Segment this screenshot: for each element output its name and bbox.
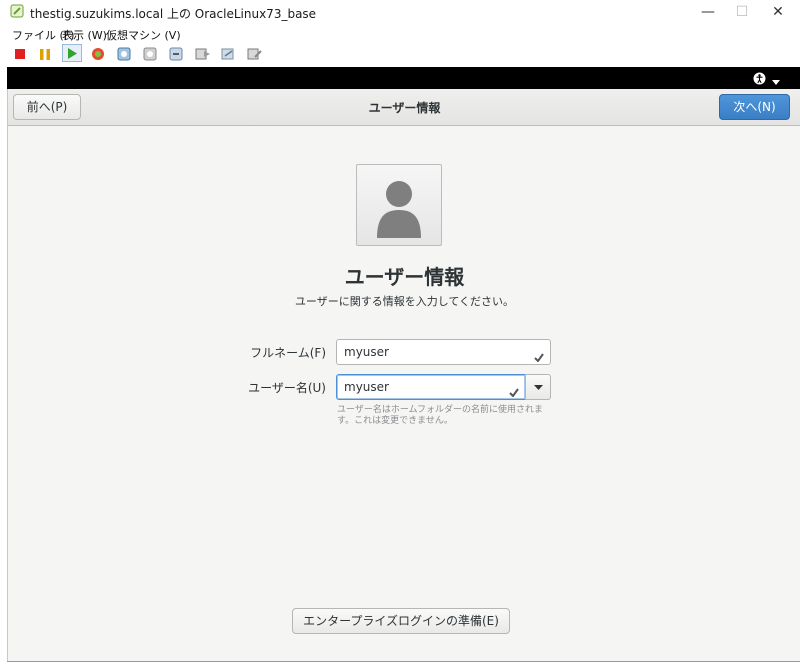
stop-icon[interactable] bbox=[10, 45, 30, 63]
menu-vm[interactable]: 仮想マシン (V) bbox=[106, 27, 181, 43]
close-button[interactable]: ✕ bbox=[760, 0, 796, 24]
window-title: thestig.suzukims.local 上の OracleLinux73_… bbox=[30, 7, 317, 21]
user-avatar-icon bbox=[377, 181, 421, 238]
vm-bottom-edge bbox=[7, 661, 800, 672]
snapshot-icon[interactable] bbox=[114, 45, 134, 63]
checkmark-icon bbox=[509, 381, 519, 405]
page-subtitle: ユーザーに関する情報を入力してください。 bbox=[294, 295, 515, 308]
checkmark-icon bbox=[534, 346, 544, 370]
console-icon[interactable] bbox=[192, 45, 212, 63]
setup-headerbar: 前へ(P) ユーザー情報 次へ(N) bbox=[8, 89, 800, 126]
next-button[interactable]: 次へ(N) bbox=[719, 94, 790, 120]
usb-icon[interactable] bbox=[218, 45, 238, 63]
pause-icon[interactable] bbox=[35, 45, 55, 63]
revert-icon[interactable] bbox=[166, 45, 186, 63]
vmware-app-icon bbox=[10, 4, 24, 18]
username-dropdown-button[interactable] bbox=[525, 374, 551, 400]
username-label: ユーザー名(U) bbox=[248, 381, 326, 395]
play-icon[interactable] bbox=[62, 44, 82, 62]
menubar: ファイル (F) 表示 (W) 仮想マシン (V) bbox=[0, 24, 800, 42]
settings-icon[interactable] bbox=[244, 45, 264, 63]
vm-toolbar bbox=[0, 42, 800, 66]
username-combo-entry[interactable]: myuser bbox=[336, 374, 526, 400]
menu-view[interactable]: 表示 (W) bbox=[62, 27, 107, 43]
avatar-button[interactable] bbox=[356, 164, 442, 246]
window-titlebar: thestig.suzukims.local 上の OracleLinux73_… bbox=[0, 0, 800, 24]
username-hint: ユーザー名はホームフォルダーの名前に使用されます。これは変更できません。 bbox=[337, 405, 544, 426]
fullname-field[interactable]: myuser bbox=[336, 339, 551, 365]
chevron-down-icon bbox=[533, 384, 543, 390]
snapshot-manager-icon[interactable] bbox=[140, 45, 160, 63]
username-value: myuser bbox=[344, 380, 389, 394]
accessibility-icon[interactable] bbox=[753, 70, 766, 89]
menu-arrow-icon[interactable] bbox=[772, 70, 780, 89]
minimize-button[interactable]: — bbox=[690, 0, 726, 24]
enterprise-login-button[interactable]: エンタープライズログインの準備(E) bbox=[292, 608, 510, 634]
header-title: ユーザー情報 bbox=[368, 101, 441, 115]
reset-icon[interactable] bbox=[88, 45, 108, 63]
fullname-label: フルネーム(F) bbox=[250, 346, 326, 360]
maximize-button[interactable]: ☐ bbox=[724, 0, 760, 24]
vm-top-panel bbox=[7, 67, 800, 89]
vm-screen: 前へ(P) ユーザー情報 次へ(N) ユーザー情報 ユーザーに関する情報を入力し… bbox=[7, 89, 800, 661]
fullname-value: myuser bbox=[344, 345, 389, 359]
page-title: ユーザー情報 bbox=[344, 265, 465, 289]
